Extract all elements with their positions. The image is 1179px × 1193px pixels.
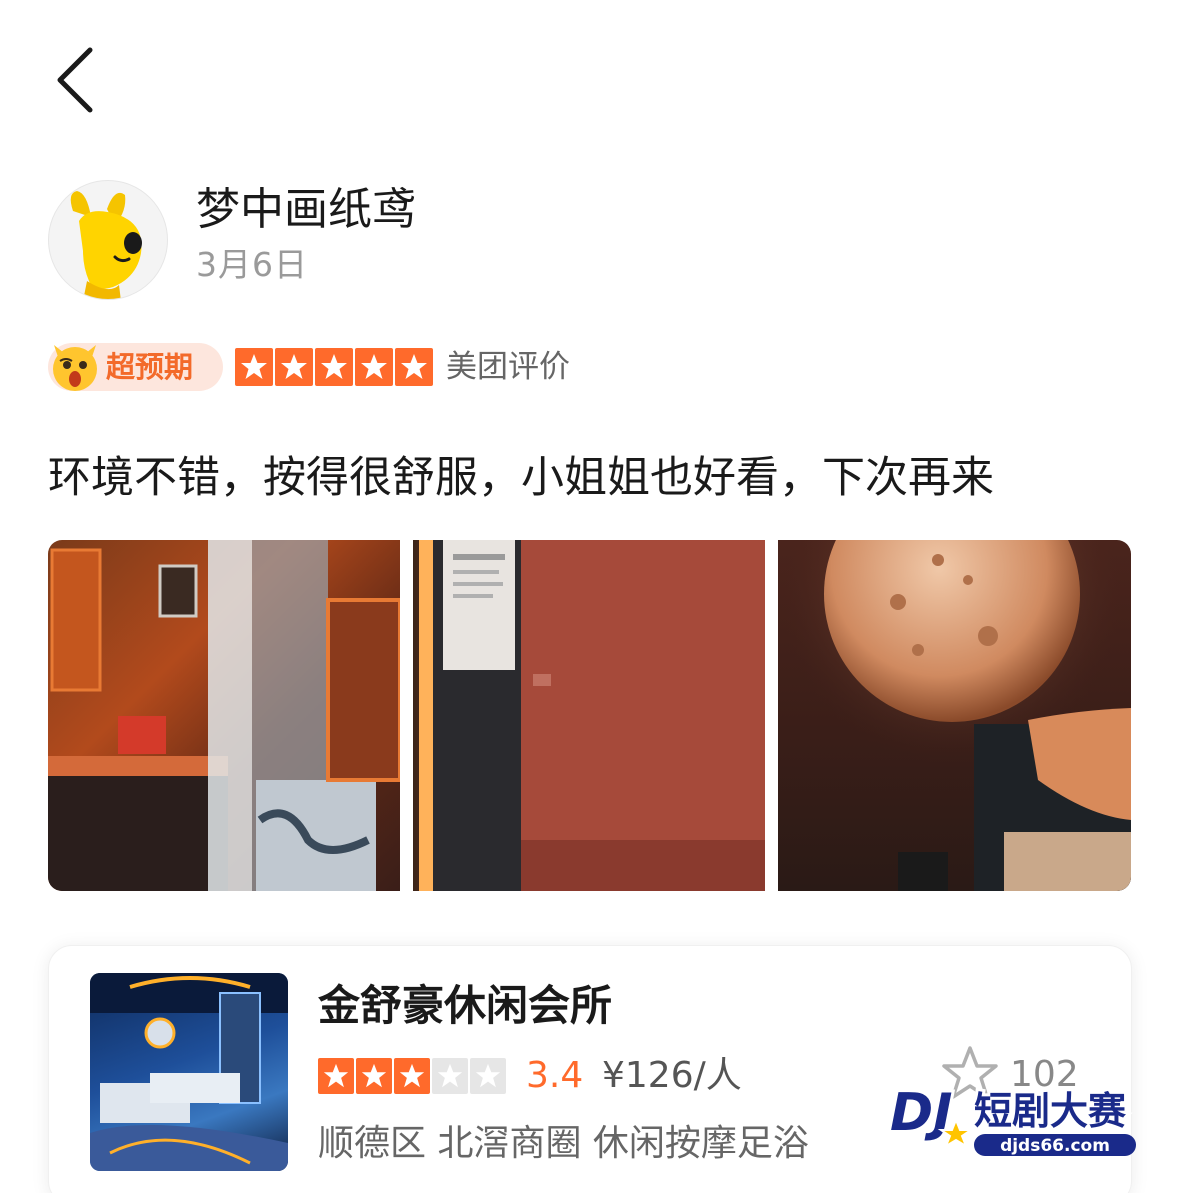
star-filled-icon — [275, 348, 313, 386]
shop-rating-stars — [318, 1058, 506, 1094]
moon-lamp-bed-photo — [782, 540, 1131, 891]
back-button[interactable] — [48, 44, 108, 114]
svg-text:短剧大赛: 短剧大赛 — [974, 1089, 1127, 1133]
room-wall-photo — [419, 540, 765, 891]
chevron-left-icon — [57, 47, 93, 113]
star-filled-icon — [356, 1058, 392, 1094]
star-empty-icon — [432, 1058, 468, 1094]
shop-score: 3.4 — [526, 1055, 584, 1096]
star-filled-icon — [355, 348, 393, 386]
watermark-logo: DJ 短剧大赛 djds66.com — [882, 1068, 1144, 1168]
star-filled-icon — [394, 1058, 430, 1094]
review-date: 3月6日 — [196, 245, 308, 284]
shop-price: ¥126/人 — [602, 1055, 742, 1096]
username[interactable]: 梦中画纸鸢 — [196, 182, 416, 238]
surprised-emoji-icon — [53, 345, 97, 391]
review-text: 环境不错，按得很舒服，小姐姐也好看，下次再来 — [48, 453, 994, 503]
badge-label: 超预期 — [106, 350, 194, 384]
svg-text:djds66.com: djds66.com — [1000, 1136, 1110, 1156]
star-filled-icon — [318, 1058, 354, 1094]
review-photo-1[interactable] — [48, 540, 400, 891]
yellow-rabbit-avatar — [70, 191, 142, 299]
room-entrance-photo — [48, 540, 400, 891]
star-filled-icon — [395, 348, 433, 386]
shop-name[interactable]: 金舒豪休闲会所 — [318, 978, 612, 1034]
shop-thumbnail[interactable] — [90, 973, 288, 1171]
star-empty-icon — [470, 1058, 506, 1094]
expectation-badge: 超预期 — [48, 343, 223, 391]
review-photo-2[interactable] — [413, 540, 765, 891]
review-photo-3[interactable] — [778, 540, 1131, 891]
star-filled-icon — [315, 348, 353, 386]
review-rating-stars — [235, 348, 433, 386]
rating-source-label: 美团评价 — [446, 349, 570, 385]
avatar[interactable] — [48, 180, 168, 300]
shop-interior-thumbnail — [90, 973, 288, 1171]
star-filled-icon — [235, 348, 273, 386]
svg-text:DJ: DJ — [890, 1083, 953, 1143]
shop-location: 顺德区 北滘商圈 休闲按摩足浴 — [318, 1123, 809, 1164]
